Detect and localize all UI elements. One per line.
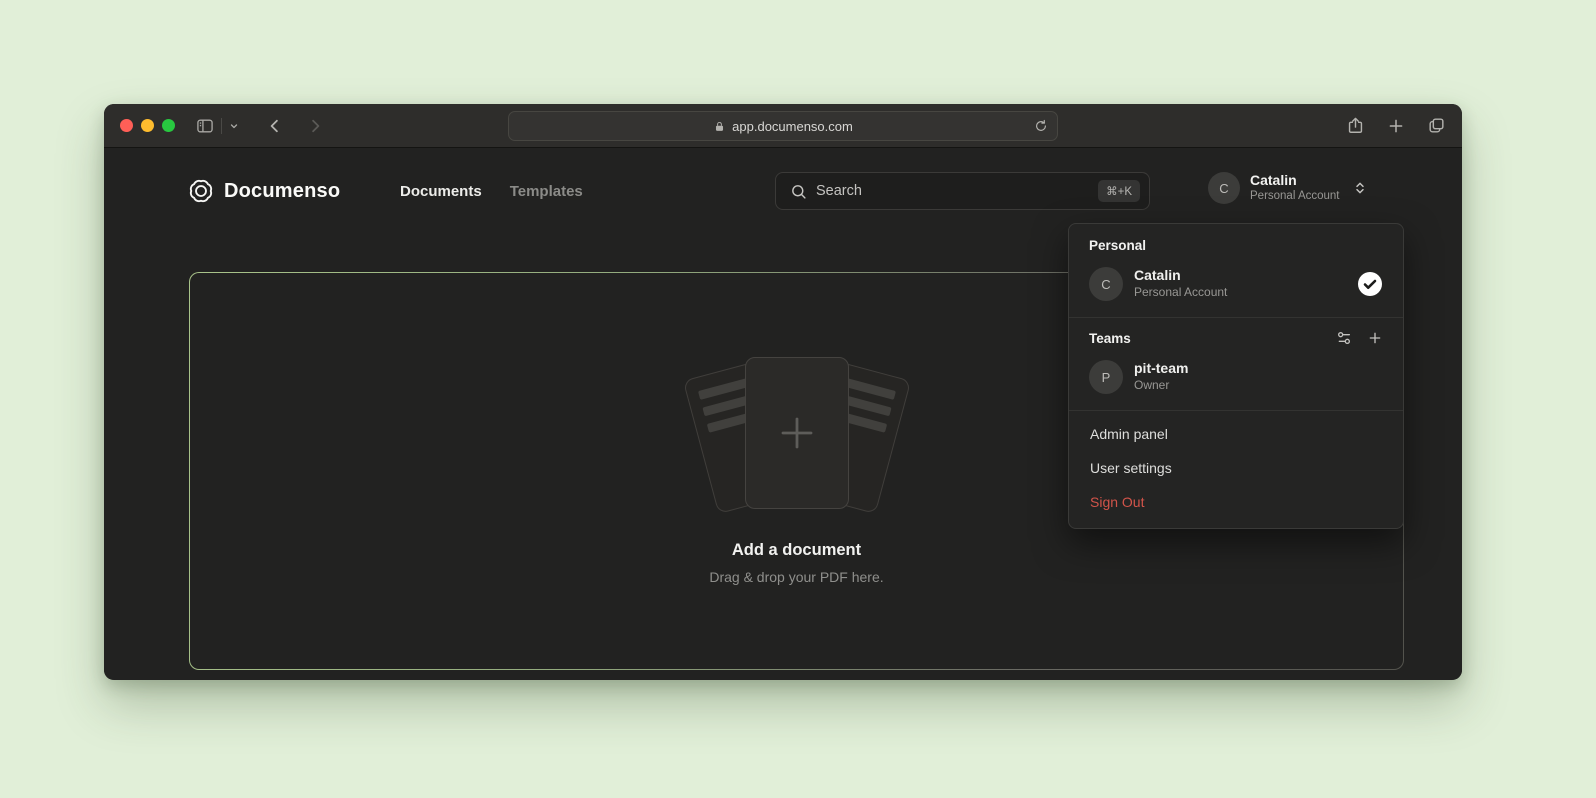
main-nav: Documents Templates: [400, 183, 583, 200]
avatar: C: [1089, 267, 1123, 301]
menu-item-name: Catalin: [1134, 267, 1227, 285]
document-card-center: [745, 357, 849, 509]
account-subtitle: Personal Account: [1250, 189, 1340, 204]
menu-item-personal-account[interactable]: C Catalin Personal Account: [1081, 261, 1391, 307]
search-input[interactable]: [816, 183, 1089, 199]
back-icon[interactable]: [266, 117, 284, 135]
nav-templates[interactable]: Templates: [510, 183, 583, 200]
menu-item-admin-panel[interactable]: Admin panel: [1081, 417, 1391, 451]
menu-item-subtitle: Personal Account: [1134, 285, 1227, 301]
plus-icon: [776, 412, 818, 454]
lock-icon: [713, 120, 726, 133]
sidebar-toggle-icon[interactable]: [195, 116, 215, 136]
avatar: C: [1208, 172, 1240, 204]
reload-icon[interactable]: [1034, 119, 1048, 133]
add-team-icon[interactable]: [1367, 330, 1383, 346]
forward-icon[interactable]: [306, 117, 324, 135]
account-name: Catalin: [1250, 172, 1340, 189]
tab-overview-icon[interactable]: [1427, 116, 1446, 135]
brand[interactable]: Documenso: [188, 178, 340, 204]
menu-item-sign-out[interactable]: Sign Out: [1081, 485, 1391, 519]
search-icon: [790, 183, 807, 200]
avatar: P: [1089, 360, 1123, 394]
dropzone-title: Add a document: [732, 541, 861, 560]
menu-item-team[interactable]: P pit-team Owner: [1081, 354, 1391, 400]
close-window-button[interactable]: [120, 119, 133, 132]
browser-chrome: app.documenso.com: [104, 104, 1462, 148]
check-circle-icon: [1357, 271, 1383, 297]
teams-section-label: Teams: [1089, 331, 1131, 346]
dropzone-subtitle: Drag & drop your PDF here.: [709, 569, 883, 585]
share-icon[interactable]: [1346, 116, 1365, 135]
brand-name: Documenso: [224, 180, 340, 203]
documenso-logo-icon: [188, 178, 214, 204]
selector-up-down-icon: [1352, 180, 1368, 196]
app-content: Documenso Documents Templates ⌘+K C Cata…: [104, 148, 1462, 679]
account-dropdown-menu: Personal C Catalin Personal Account: [1068, 223, 1404, 529]
menu-item-subtitle: Owner: [1134, 378, 1188, 394]
traffic-lights: [120, 119, 175, 132]
search-bar[interactable]: ⌘+K: [775, 172, 1150, 210]
url-bar[interactable]: app.documenso.com: [508, 111, 1058, 141]
account-menu-button[interactable]: C Catalin Personal Account: [1208, 172, 1368, 204]
manage-teams-icon[interactable]: [1336, 330, 1352, 346]
menu-item-user-settings[interactable]: User settings: [1081, 451, 1391, 485]
nav-documents[interactable]: Documents: [400, 183, 482, 200]
minimize-window-button[interactable]: [141, 119, 154, 132]
url-text: app.documenso.com: [732, 119, 853, 134]
browser-window: app.documenso.com: [104, 104, 1462, 680]
personal-section-label: Personal: [1081, 236, 1391, 261]
menu-item-name: pit-team: [1134, 360, 1188, 378]
new-tab-icon[interactable]: [1387, 117, 1405, 135]
divider: [221, 118, 222, 134]
zoom-window-button[interactable]: [162, 119, 175, 132]
search-shortcut-badge: ⌘+K: [1098, 180, 1140, 202]
chevron-down-icon[interactable]: [228, 120, 240, 132]
document-stack-plus-icon: [681, 357, 913, 509]
